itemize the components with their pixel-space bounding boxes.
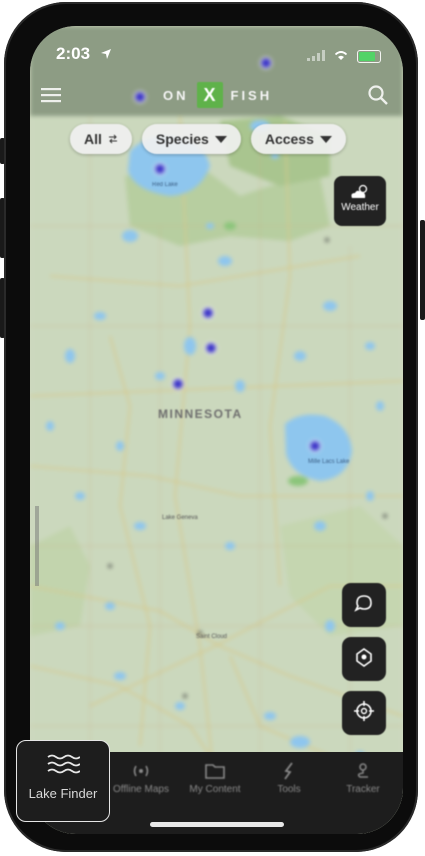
status-bar: 2:03 xyxy=(30,26,403,76)
fishing-lure-icon xyxy=(252,762,326,780)
map-town-label: Lake Geneva xyxy=(162,515,198,521)
filter-species-chip[interactable]: Species xyxy=(141,124,241,154)
filter-all-label: All xyxy=(84,131,102,147)
home-indicator[interactable] xyxy=(150,822,284,827)
map-lake-label-2: Mille Lacs Lake xyxy=(308,459,350,465)
crosshair-icon xyxy=(353,700,375,727)
tab-offline-maps-label: Offline Maps xyxy=(113,784,169,795)
map-city-label: Saint Cloud xyxy=(196,634,227,640)
logo-left-text: ON xyxy=(163,87,189,103)
map-layers-icon xyxy=(353,646,375,673)
tab-tools-label: Tools xyxy=(277,784,301,795)
swap-arrows-icon xyxy=(108,131,118,147)
folder-icon xyxy=(178,762,252,780)
chevron-down-icon xyxy=(214,135,227,143)
offline-signal-icon xyxy=(104,762,178,780)
map-scale-bar xyxy=(32,506,44,586)
tab-offline-maps[interactable]: Offline Maps xyxy=(104,752,178,822)
logo-mark: X xyxy=(196,82,223,108)
location-arrow-icon xyxy=(100,45,112,65)
phone-frame: MINNESOTA Red Lake Mille Lacs Lake Saint… xyxy=(4,2,418,852)
tab-lake-finder[interactable]: Lake Finder xyxy=(16,740,110,822)
filter-all-chip[interactable]: All xyxy=(70,124,132,154)
cellular-signal-icon xyxy=(307,46,325,66)
hamburger-menu-icon[interactable] xyxy=(40,84,62,106)
app-header: ON X FISH xyxy=(30,76,403,120)
map-state-label: MINNESOTA xyxy=(158,407,243,421)
waves-icon xyxy=(17,753,109,775)
filter-bar: All Species Access xyxy=(70,124,346,154)
logo-right-text: FISH xyxy=(230,87,273,103)
onx-fish-logo: ON X FISH xyxy=(163,82,272,108)
filter-access-chip[interactable]: Access xyxy=(250,124,346,154)
battery-icon xyxy=(357,49,381,63)
search-icon[interactable] xyxy=(367,84,389,106)
filter-species-label: Species xyxy=(155,131,209,147)
app-screen: MINNESOTA Red Lake Mille Lacs Lake Saint… xyxy=(30,26,403,834)
map-lake-label-1: Red Lake xyxy=(152,182,178,188)
weather-button[interactable]: Weather xyxy=(334,176,386,226)
weather-cloud-icon xyxy=(334,184,386,200)
tab-tracker-label: Tracker xyxy=(346,784,380,795)
tab-my-content[interactable]: My Content xyxy=(178,752,252,822)
locate-me-button[interactable] xyxy=(342,691,386,735)
chevron-down-icon xyxy=(319,135,332,143)
chat-bubble-icon xyxy=(353,592,375,619)
tab-tools[interactable]: Tools xyxy=(252,752,326,822)
tab-tracker[interactable]: Tracker xyxy=(326,752,400,822)
status-time: 2:03 xyxy=(56,44,91,63)
power-button xyxy=(420,220,425,320)
wifi-icon xyxy=(333,46,349,66)
layers-button[interactable] xyxy=(342,637,386,681)
chat-button[interactable] xyxy=(342,583,386,627)
tab-lake-finder-label: Lake Finder xyxy=(28,786,98,801)
tracker-route-icon xyxy=(326,762,400,780)
weather-label: Weather xyxy=(341,202,379,213)
tab-my-content-label: My Content xyxy=(189,784,241,795)
filter-access-label: Access xyxy=(264,131,314,147)
